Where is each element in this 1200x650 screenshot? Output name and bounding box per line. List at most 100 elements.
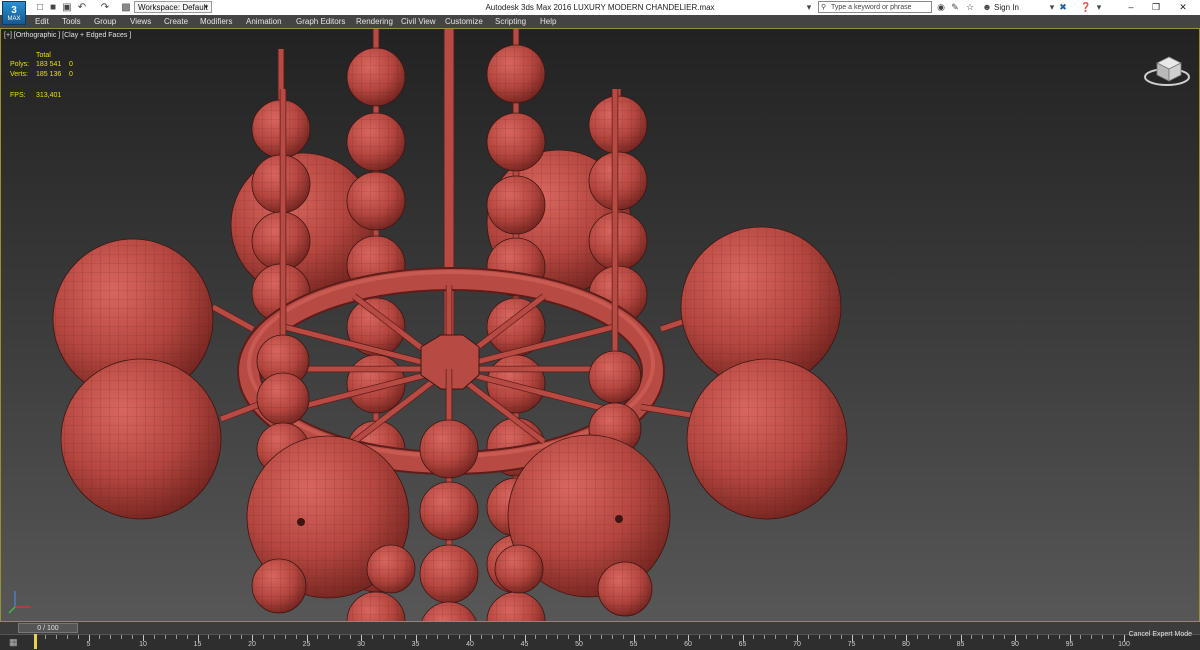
project-folder-icon[interactable]: ▩ (120, 2, 132, 13)
chandelier-model[interactable] (1, 29, 1199, 621)
search-input[interactable]: ⚲ Type a keyword or phrase (818, 1, 932, 13)
sphere-mesh (257, 373, 309, 425)
stats-polys-label: Polys: (10, 61, 30, 68)
chevron-down-icon: ▾ (204, 4, 208, 11)
cancel-expert-mode-button[interactable]: Cancel Expert Mode (1129, 631, 1192, 638)
track-tick-label: 5 (86, 641, 91, 648)
track-tick-label: 90 (1011, 641, 1019, 648)
close-icon[interactable]: ✕ (1172, 0, 1194, 15)
menu-help[interactable]: Help (540, 15, 556, 28)
favorites-star-icon[interactable]: ☆ (964, 1, 976, 14)
sphere-mesh (367, 545, 415, 593)
track-tick (1025, 635, 1027, 639)
menu-rendering[interactable]: Rendering (356, 15, 393, 28)
viewport-label-menu[interactable]: [+] [Orthographic ] [Clay + Edged Faces … (4, 32, 131, 39)
menu-group[interactable]: Group (94, 15, 116, 28)
sphere-mesh (487, 592, 545, 621)
help-dropdown-icon[interactable]: ▾ (1093, 1, 1105, 14)
track-tick (1047, 635, 1049, 639)
menu-edit[interactable]: Edit (35, 15, 49, 28)
menu-views[interactable]: Views (130, 15, 151, 28)
track-tick (491, 635, 493, 639)
track-bar-row: ▦ 5 10 15 20 25 30 35 40 45 50 55 60 65 70 75 80 85 90 95 1… (0, 634, 1200, 650)
stats-fps-label: FPS: (10, 92, 26, 99)
track-tick (600, 635, 602, 639)
track-tick-label: 25 (302, 641, 311, 648)
stats-polys-value: 183 541 (36, 61, 62, 68)
track-tick (535, 635, 537, 639)
track-tick (328, 635, 330, 639)
track-tick (916, 635, 918, 639)
sphere-mesh (487, 176, 545, 234)
track-tick (655, 635, 657, 639)
viewport-orthographic[interactable]: [+] [Orthographic ] [Clay + Edged Faces … (0, 28, 1200, 622)
track-tick (164, 635, 166, 639)
stats-verts-label: Verts: (10, 71, 28, 78)
time-slider[interactable]: 0 / 100 (18, 623, 78, 633)
menu-scripting[interactable]: Scripting (495, 15, 526, 28)
track-tick (546, 635, 548, 639)
sign-in-button[interactable]: Sign In (994, 1, 1019, 14)
globe-pole (615, 515, 623, 523)
time-cursor[interactable] (34, 634, 37, 649)
sphere-mesh (252, 559, 306, 613)
layers-icon[interactable]: ▦ (9, 637, 20, 647)
track-tick (132, 635, 134, 639)
save-icon[interactable]: ▣ (61, 2, 73, 13)
menu-modifiers[interactable]: Modifiers (200, 15, 232, 28)
menu-graph-editors[interactable]: Graph Editors (296, 15, 345, 28)
help-icon[interactable]: ❓ (1080, 1, 1092, 14)
track-tick-label: 85 (956, 641, 965, 648)
track-tick (829, 635, 831, 639)
new-file-icon[interactable]: □ (34, 2, 46, 13)
stats-header: Total (36, 52, 51, 59)
track-tick (786, 635, 788, 639)
track-tick (807, 635, 809, 639)
menu-bar: Edit Tools Group Views Create Modifiers … (0, 15, 1200, 28)
menu-customize[interactable]: Customize (445, 15, 483, 28)
maximize-icon[interactable]: ❐ (1145, 0, 1167, 15)
track-tick (502, 635, 504, 639)
sphere-mesh (420, 420, 478, 478)
app-logo-icon[interactable]: 3 MAX (2, 1, 26, 25)
track-tick-label: 50 (575, 641, 583, 648)
sphere-mesh (495, 545, 543, 593)
sphere-mesh (687, 359, 847, 519)
track-tick (666, 635, 668, 639)
track-tick (775, 635, 777, 639)
menu-tools[interactable]: Tools (62, 15, 81, 28)
track-tick (295, 635, 297, 639)
open-file-icon[interactable]: ■ (47, 2, 59, 13)
track-tick (175, 635, 177, 639)
track-tick (993, 635, 995, 639)
undo-icon[interactable]: ↶ (76, 2, 88, 13)
binoculars-icon[interactable]: ◉ (935, 1, 947, 14)
track-tick (393, 635, 395, 639)
track-tick (241, 635, 243, 639)
user-icon[interactable]: ☻ (981, 1, 993, 14)
track-tick (480, 635, 482, 639)
track-tick (895, 635, 897, 639)
stats-verts-selected: 0 (69, 71, 73, 78)
viewcube-icon[interactable] (1141, 47, 1193, 89)
communication-center-icon[interactable]: ✎ (949, 1, 961, 14)
track-tick (513, 635, 515, 639)
menu-animation[interactable]: Animation (246, 15, 282, 28)
window-dropdown-icon[interactable]: ▾ (803, 1, 815, 14)
sphere-mesh (420, 482, 478, 540)
workspace-dropdown[interactable]: Workspace: Default ▾ (134, 1, 212, 13)
stats-verts-value: 185 136 (36, 71, 62, 78)
redo-icon[interactable]: ↷ (99, 2, 111, 13)
menu-create[interactable]: Create (164, 15, 188, 28)
track-tick (971, 635, 973, 639)
track-tick (317, 635, 319, 639)
track-tick (121, 635, 123, 639)
track-tick (1004, 635, 1006, 639)
track-tick-label: 35 (411, 641, 420, 648)
track-tick (764, 635, 766, 639)
track-bar[interactable]: 5 10 15 20 25 30 35 40 45 50 55 60 65 70 75 80 85 90 95 100 (34, 635, 1130, 650)
minimize-icon[interactable]: – (1120, 0, 1142, 15)
sphere-mesh (347, 172, 405, 230)
exchange-icon[interactable]: ✖ (1057, 1, 1069, 14)
menu-civil-view[interactable]: Civil View (401, 15, 436, 28)
